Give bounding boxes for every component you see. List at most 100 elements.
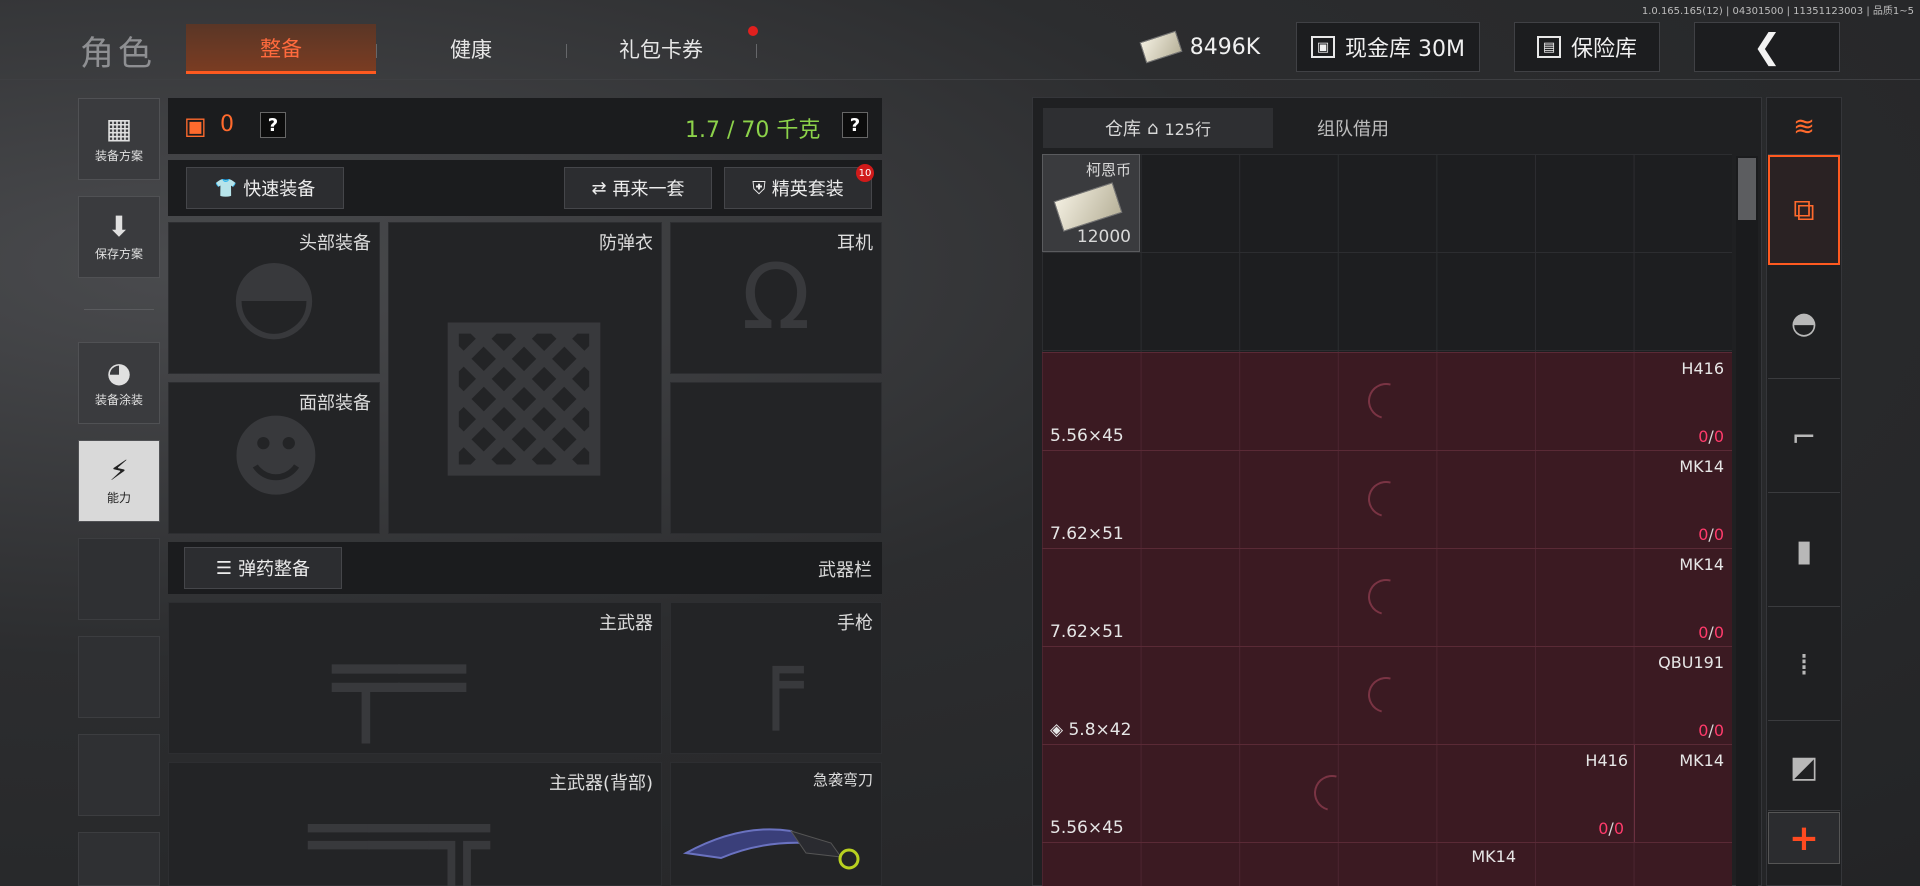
loadout-plan-button[interactable]: ▦ 装备方案 (78, 98, 160, 180)
scrollbar-thumb[interactable] (1738, 158, 1756, 220)
tab-label: 健康 (450, 38, 492, 62)
ammo-sort-label: 弹药整备 (238, 559, 311, 580)
back-weapon-slot[interactable]: ══╦ 主武器(背部) (168, 762, 662, 886)
tab-warehouse[interactable]: 仓库 ⌂ 125行 (1043, 108, 1273, 148)
tab-team-borrow[interactable]: 组队借用 (1273, 108, 1433, 148)
ammo-caliber: 7.62×51 (1050, 524, 1124, 544)
headset-silhouette-icon: Ω (741, 245, 811, 350)
slot-label: 主武器(背部) (548, 773, 653, 794)
empty-gear-slot[interactable] (670, 382, 882, 534)
tab-label: 整备 (260, 36, 302, 61)
ammo-caliber: 5.56×45 (1050, 818, 1124, 838)
ammo-weapon: H416 (1681, 359, 1724, 378)
tab-loadout[interactable]: 整备 (186, 24, 376, 74)
help-glyph: ? (267, 114, 279, 136)
loading-icon (1361, 572, 1411, 622)
armor-slot[interactable]: ▩ 防弹衣 (388, 222, 662, 534)
nav-label: 保存方案 (94, 246, 143, 261)
quick-equip-button[interactable]: 👕 快速装备 (186, 167, 344, 209)
rifle-silhouette-icon: ╤═ (332, 614, 466, 742)
helmet-skin-icon: ◕ (106, 355, 132, 389)
download-icon: ⬇ (107, 209, 131, 243)
melee-slot[interactable]: 急袭弯刀 (670, 762, 882, 886)
add-button[interactable]: + (1768, 812, 1840, 864)
tab-label: 礼包卡券 (619, 38, 703, 62)
rifle-filter-icon[interactable]: ⌐ (1768, 383, 1840, 493)
ammo-count: 0/0 (1698, 427, 1724, 446)
ammo-count: 0/0 (1698, 525, 1724, 544)
loading-icon (1361, 376, 1411, 426)
ability-button[interactable]: ⚡ 能力 (78, 440, 160, 522)
help-glyph: ? (849, 114, 861, 136)
magazine-filter-icon[interactable]: ▮ (1768, 497, 1840, 607)
face-slot[interactable]: ☻ 面部装备 (168, 382, 380, 534)
ammo-weapon: MK14 (1679, 555, 1724, 574)
loading-icon (1307, 768, 1357, 818)
empty-nav-slot (78, 636, 160, 718)
quick-equip-label: 快速装备 (243, 179, 316, 200)
nav-label: 装备方案 (94, 148, 143, 163)
safe-icon: ▤ (1536, 36, 1561, 58)
ammo-row[interactable]: H416 MK14 5.56×45 0/0 (1042, 744, 1732, 843)
ammo-stack-icon: ☰ (215, 557, 233, 579)
row-divider (1634, 745, 1635, 843)
head-slot[interactable]: ◓ 头部装备 (168, 222, 380, 374)
ability-icon: ⚡ (109, 453, 129, 487)
tab-gift-cards[interactable]: 礼包卡券 (566, 24, 756, 74)
badge-count: 10 (858, 167, 872, 179)
ammo-row[interactable]: QBU191 ◈ 5.8×42 0/0 (1042, 646, 1732, 744)
layers-refresh-icon[interactable]: ≋ (1768, 99, 1840, 155)
primary-weapon-slot[interactable]: ╤═ 主武器 (168, 602, 662, 754)
ammo-weapon: MK14 (1679, 457, 1724, 476)
warehouse-scrollbar[interactable] (1736, 156, 1758, 886)
elite-kit-label: 精英套装 (771, 179, 844, 200)
equipment-skin-button[interactable]: ◕ 装备涂装 (78, 342, 160, 424)
ammo-row[interactable]: MK14 7.62×51 0/0 (1042, 548, 1732, 646)
ammo-caliber: ◈ 5.8×42 (1050, 720, 1132, 740)
pistol-slot[interactable]: ╒ 手枪 (670, 602, 882, 754)
slot-label: 急袭弯刀 (812, 771, 873, 789)
stack-down-icon[interactable]: ⧉ (1768, 155, 1840, 265)
warehouse-empty-grid[interactable] (1042, 154, 1732, 352)
ammo-row[interactable]: MK14 7.62×51 0/0 (1042, 450, 1732, 548)
slot-label: 手枪 (837, 613, 873, 634)
pistol-silhouette-icon: ╒ (748, 625, 804, 730)
ammo-sort-button[interactable]: ☰ 弹药整备 (184, 547, 342, 589)
armor-help-icon[interactable]: ? (260, 112, 286, 138)
mask-silhouette-icon: ☻ (229, 405, 323, 510)
scope-filter-icon[interactable]: ◩ (1768, 725, 1840, 811)
headset-slot[interactable]: Ω 耳机 (670, 222, 882, 374)
slot-label: 头部装备 (299, 233, 371, 254)
bullet-filter-icon[interactable]: ⁞ (1768, 611, 1840, 721)
elite-kit-button[interactable]: ⛨ 精英套装 (724, 167, 872, 209)
ammo-weapon: QBU191 (1658, 653, 1724, 672)
tab-divider (756, 44, 757, 58)
weight-indicator: 1.7 / 70 千克 (685, 118, 821, 143)
weight-help-icon[interactable]: ? (842, 112, 868, 138)
weapon-bar-label: 武器栏 (818, 560, 872, 581)
ammo-weapon-secondary: MK14 (1679, 751, 1724, 770)
back-button[interactable]: ❮ (1694, 22, 1840, 72)
nav-divider (84, 309, 154, 310)
loading-icon (1361, 670, 1411, 720)
home-icon: ⌂ (1147, 117, 1159, 139)
ammo-row[interactable]: H416 5.56×45 0/0 (1042, 352, 1732, 450)
safe-box-button[interactable]: ▤ 保险库 (1514, 22, 1660, 72)
reroll-button[interactable]: ⇄ 再来一套 (564, 167, 712, 209)
ammo-count: 0/0 (1698, 623, 1724, 642)
helmet-filter-icon[interactable]: ◓ (1768, 269, 1840, 379)
tab-health[interactable]: 健康 (376, 24, 566, 74)
nav-label: 装备涂装 (94, 392, 143, 407)
coin-item[interactable]: 柯恩币 12000 (1042, 154, 1140, 252)
vault-icon: ▣ (1311, 36, 1335, 58)
cash-vault-button[interactable]: ▣ 现金库 30M (1296, 22, 1480, 72)
ammo-row[interactable]: MK14 (1042, 842, 1732, 886)
ammo-count: 0/0 (1598, 819, 1624, 838)
refresh-icon: ⇄ (591, 177, 607, 199)
shield-icon: ⛨ (752, 177, 766, 199)
ammo-weapon: MK14 (1471, 847, 1516, 866)
ammo-weapon: H416 (1585, 751, 1628, 770)
loadout-header: ▣ 0 ? 1.7 / 70 千克 ? (168, 98, 882, 154)
safe-box-label: 保险库 (1570, 37, 1637, 62)
save-plan-button[interactable]: ⬇ 保存方案 (78, 196, 160, 278)
